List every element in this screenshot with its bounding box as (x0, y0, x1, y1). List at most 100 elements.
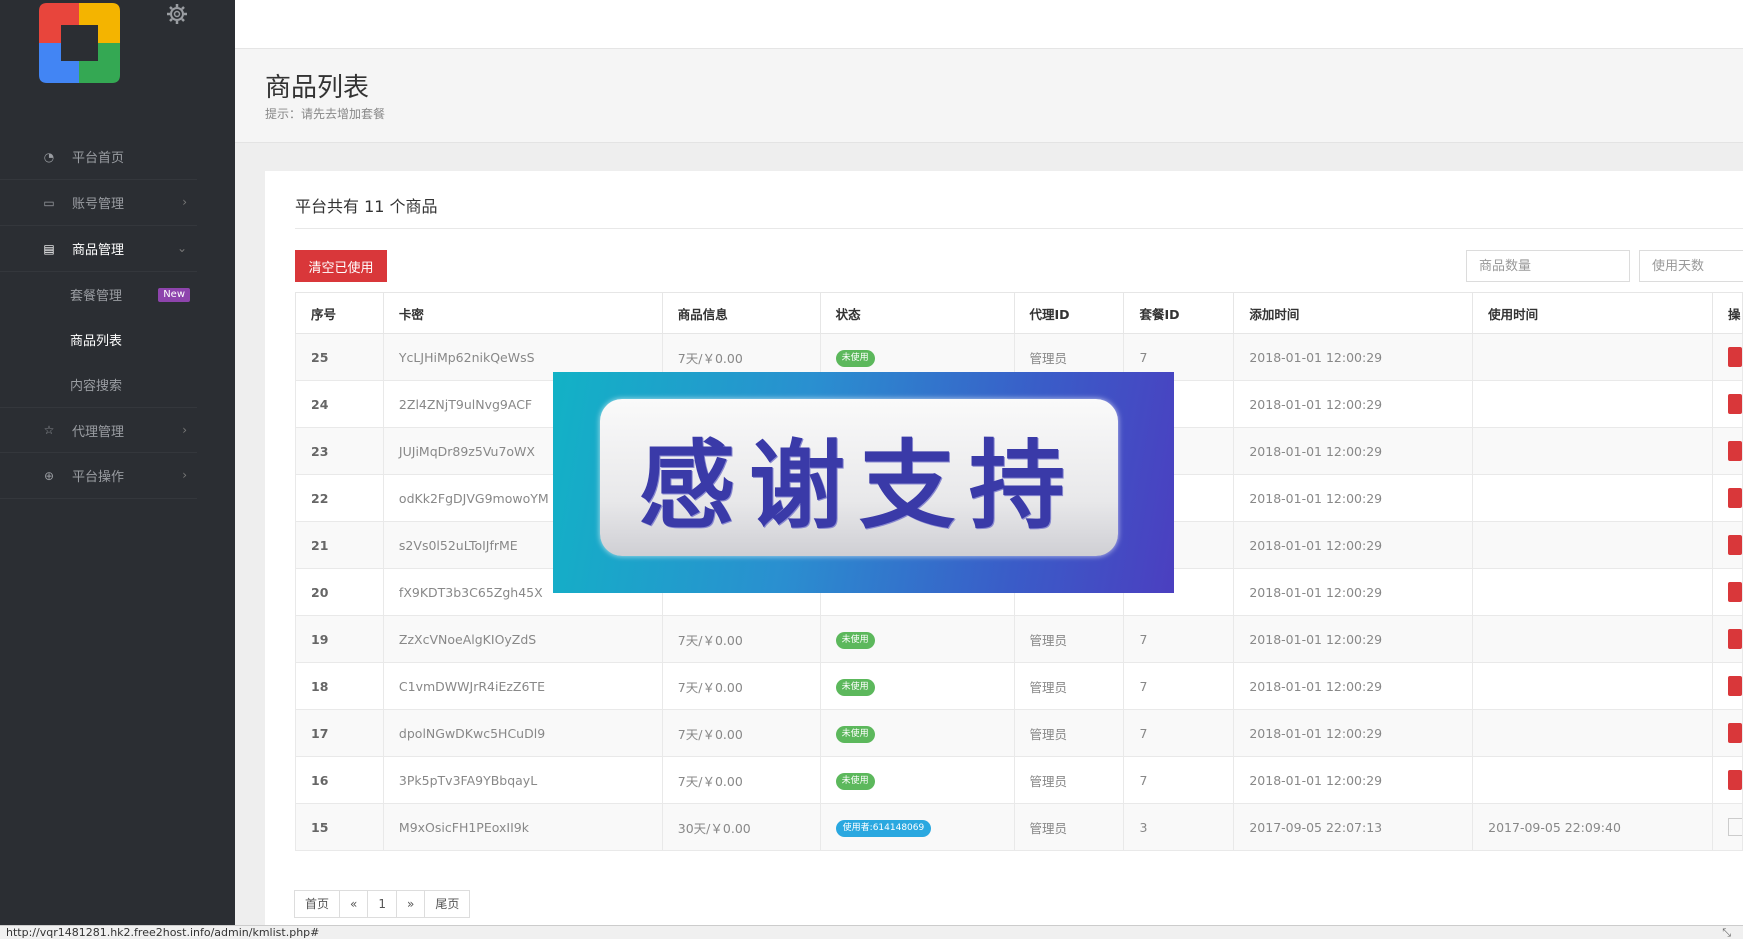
added-time-cell: 2018-01-01 12:00:29 (1233, 568, 1474, 616)
new-badge: New (158, 288, 190, 302)
delete-button[interactable] (1727, 676, 1742, 696)
sidebar-item-agents[interactable]: ☆ 代理管理 › (0, 407, 197, 453)
agent-cell: 管理员 (1013, 756, 1125, 804)
column-header: 序号 (295, 292, 384, 334)
id-cell: 24 (295, 380, 384, 428)
resize-icon: ⤡ (1722, 926, 1731, 939)
status-cell: 未使用 (819, 662, 1015, 710)
logo-icon[interactable] (39, 3, 120, 83)
thanks-banner-plate: 感谢支持 (600, 399, 1118, 556)
sidebar-subitem-packages[interactable]: 套餐管理 New (0, 272, 197, 317)
page-header: 商品列表 提示：请先去增加套餐 (235, 49, 1743, 143)
id-cell: 21 (295, 521, 384, 569)
id-cell: 18 (295, 662, 384, 710)
sidebar-subitem-product-list[interactable]: 商品列表 (0, 317, 197, 362)
sidebar-item-accounts[interactable]: ▭ 账号管理 › (0, 180, 197, 226)
added-time-text: 2018-01-01 12:00:29 (1249, 725, 1383, 741)
added-time-cell: 2018-01-01 12:00:29 (1233, 474, 1474, 522)
delete-button[interactable] (1727, 770, 1742, 790)
used-time-cell (1472, 709, 1713, 757)
sidebar-subitem-label: 内容搜索 (70, 379, 123, 394)
prev-page-link[interactable]: « (339, 890, 369, 918)
sidebar-subitem-label: 商品列表 (70, 334, 123, 349)
last-page-link[interactable]: 尾页 (424, 890, 471, 918)
status-cell: 未使用 (819, 615, 1015, 663)
page-title: 商品列表 (265, 73, 370, 103)
key-text: C1vmDWWJrR4iEzZ6TE (398, 678, 545, 694)
id-cell: 20 (295, 568, 384, 616)
used-time-cell (1472, 756, 1713, 804)
added-time-text: 2018-01-01 12:00:29 (1249, 537, 1383, 553)
id-text: 19 (311, 631, 329, 647)
quantity-input[interactable] (1466, 250, 1630, 282)
browser-status-bar: http://vqr1481281.hk2.free2host.info/adm… (0, 925, 1743, 939)
sidebar-item-home[interactable]: ◔ 平台首页 (0, 134, 197, 180)
dashboard-icon: ◔ (43, 149, 55, 164)
added-time-text: 2018-01-01 12:00:29 (1249, 678, 1383, 694)
operation-cell (1711, 662, 1743, 710)
agent-text: 管理员 (1029, 820, 1068, 836)
key-cell: C1vmDWWJrR4iEzZ6TE (382, 662, 663, 710)
monitor-icon: ▭ (43, 195, 55, 210)
agent-cell: 管理员 (1013, 615, 1125, 663)
delete-button[interactable] (1727, 723, 1742, 743)
column-header: 代理ID (1013, 292, 1125, 334)
info-text: 7天/￥0.00 (677, 632, 743, 648)
added-time-cell: 2018-01-01 12:00:29 (1233, 333, 1474, 381)
delete-button[interactable] (1727, 441, 1742, 461)
thanks-banner-text: 感谢支持 (639, 430, 1079, 542)
id-cell: 15 (295, 803, 384, 851)
key-text: odKk2FgDJVG9mowoYM (398, 490, 549, 506)
delete-button[interactable] (1727, 347, 1742, 367)
operation-cell (1711, 615, 1743, 663)
globe-icon: ⊕ (43, 468, 55, 483)
used-marker (1727, 818, 1742, 836)
added-time-cell: 2018-01-01 12:00:29 (1233, 756, 1474, 804)
agent-text: 管理员 (1029, 632, 1068, 648)
package-text: 7 (1139, 725, 1148, 741)
used-time-cell (1472, 568, 1713, 616)
sidebar-item-label: 账号管理 (72, 197, 125, 212)
days-input[interactable] (1639, 250, 1743, 282)
column-header: 操 (1711, 292, 1743, 334)
thanks-banner: 感谢支持 (553, 372, 1174, 593)
agent-text: 管理员 (1029, 773, 1068, 789)
page-1-link[interactable]: 1 (367, 890, 397, 918)
delete-button[interactable] (1727, 629, 1742, 649)
clear-used-button[interactable]: 清空已使用 (295, 250, 387, 282)
used-time-cell (1472, 474, 1713, 522)
added-time-cell: 2018-01-01 12:00:29 (1233, 615, 1474, 663)
added-time-cell: 2018-01-01 12:00:29 (1233, 380, 1474, 428)
key-cell: ZzXcVNoeAlgKIOyZdS (382, 615, 663, 663)
gear-icon[interactable] (166, 3, 188, 25)
key-text: ZzXcVNoeAlgKIOyZdS (398, 631, 537, 647)
next-page-link[interactable]: » (396, 890, 426, 918)
chevron-down-icon: ⌄ (176, 241, 187, 255)
first-page-link[interactable]: 首页 (294, 890, 341, 918)
delete-button[interactable] (1727, 394, 1742, 414)
chevron-right-icon: › (182, 195, 187, 209)
package-cell: 3 (1123, 803, 1235, 851)
key-text: s2Vs0l52uLToIJfrME (398, 537, 518, 553)
operation-cell (1711, 333, 1743, 381)
info-text: 30天/￥0.00 (677, 820, 751, 836)
added-time-cell: 2018-01-01 12:00:29 (1233, 662, 1474, 710)
sidebar-item-products[interactable]: ▤ 商品管理 ⌄ (0, 226, 197, 272)
status-badge: 未使用 (835, 725, 875, 743)
delete-button[interactable] (1727, 488, 1742, 508)
added-time-text: 2018-01-01 12:00:29 (1249, 631, 1383, 647)
info-cell: 7天/￥0.00 (661, 615, 821, 663)
sidebar-item-platform-ops[interactable]: ⊕ 平台操作 › (0, 453, 197, 499)
status-badge: 使用者:614148069 (835, 819, 932, 837)
added-time-text: 2018-01-01 12:00:29 (1249, 772, 1383, 788)
table-row: 18 C1vmDWWJrR4iEzZ6TE 7天/￥0.00 未使用 管理员 7 2018-… (295, 662, 1743, 710)
delete-button[interactable] (1727, 535, 1742, 555)
id-cell: 22 (295, 474, 384, 522)
package-cell: 7 (1123, 756, 1235, 804)
chevron-right-icon: › (182, 468, 187, 482)
sidebar-subitem-content-search[interactable]: 内容搜索 (0, 362, 197, 407)
key-text: M9xOsicFH1PEoxII9k (398, 819, 529, 835)
added-time-text: 2018-01-01 12:00:29 (1249, 349, 1383, 365)
operation-cell (1711, 380, 1743, 428)
delete-button[interactable] (1727, 582, 1742, 602)
